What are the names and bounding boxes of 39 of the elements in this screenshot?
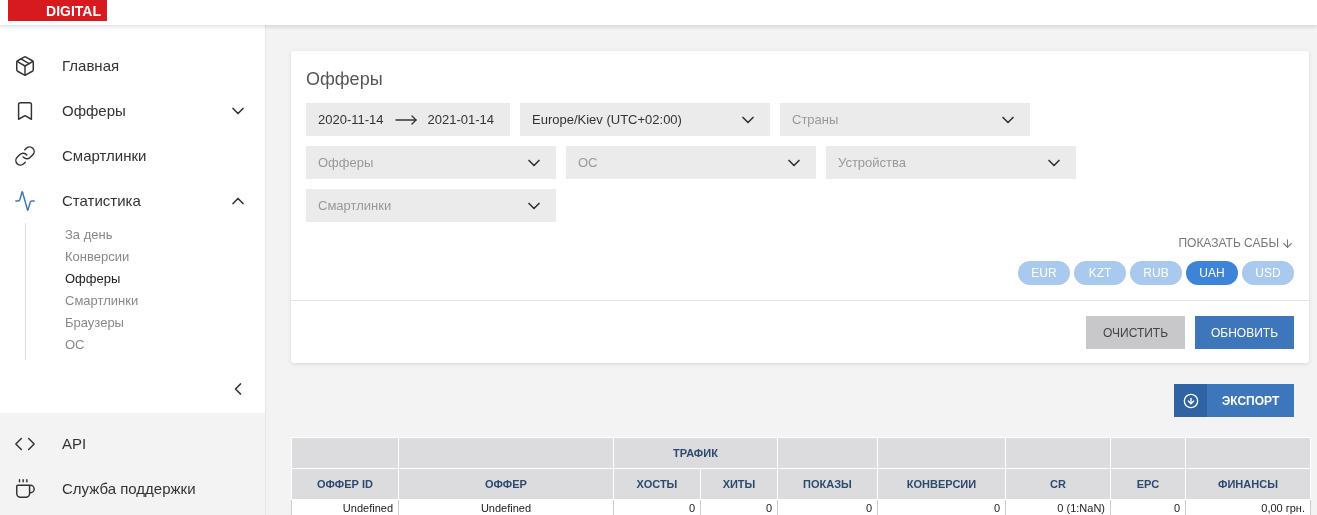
column-header: ФИНАНСЫ bbox=[1185, 468, 1311, 500]
column-header: CR bbox=[1005, 468, 1111, 500]
column-header: ПОКАЗЫ bbox=[777, 468, 878, 500]
card-title: Офферы bbox=[306, 69, 384, 90]
column-group-header: ТРАФИК bbox=[613, 437, 778, 469]
submenu-item[interactable]: Смартлинки bbox=[65, 290, 265, 312]
arrow-down-icon bbox=[1281, 236, 1294, 250]
select-field[interactable]: Офферы bbox=[306, 146, 556, 179]
submenu-item[interactable]: Браузеры bbox=[65, 312, 265, 334]
column-header: ХИТЫ bbox=[700, 468, 778, 500]
cup-icon bbox=[14, 477, 36, 500]
column-header: ОФФЕР ID bbox=[291, 468, 399, 500]
submenu-item[interactable]: ОС bbox=[65, 334, 265, 356]
select-field[interactable]: Europe/Kiev (UTC+02:00) bbox=[520, 103, 770, 136]
update-button[interactable]: ОБНОВИТЬ bbox=[1195, 316, 1294, 349]
column-header: ОФФЕР bbox=[398, 468, 614, 500]
column-header: ХОСТЫ bbox=[613, 468, 701, 500]
column-header: EPC bbox=[1110, 468, 1186, 500]
logo: DIGITAL bbox=[8, 0, 107, 21]
submenu-item[interactable]: Конверсии bbox=[65, 246, 265, 268]
sidebar-item[interactable]: Смартлинки bbox=[0, 133, 265, 178]
currency-chip[interactable]: UAH bbox=[1186, 261, 1238, 285]
select-field[interactable]: Страны bbox=[780, 103, 1030, 136]
column-header: КОНВЕРСИИ bbox=[877, 468, 1006, 500]
clear-button[interactable]: ОЧИСТИТЬ bbox=[1086, 316, 1185, 349]
submenu-item[interactable]: Офферы bbox=[65, 268, 265, 290]
select-field[interactable]: ОС bbox=[566, 146, 816, 179]
sidebar-item[interactable]: Статистика bbox=[0, 178, 265, 223]
date-range-field[interactable]: 2020-11-14 2021-01-14 bbox=[306, 103, 510, 136]
export-button[interactable]: ЭКСПОРТ bbox=[1174, 384, 1294, 417]
sidebar-item[interactable]: Офферы bbox=[0, 88, 265, 133]
select-field[interactable]: Устройства bbox=[826, 146, 1076, 179]
submenu-item[interactable]: За день bbox=[65, 224, 265, 246]
select-field[interactable]: Смартлинки bbox=[306, 189, 556, 222]
show-subs-link[interactable]: ПОКАЗАТЬ САБЫ bbox=[1178, 236, 1294, 250]
sidebar-item[interactable]: API bbox=[0, 421, 265, 466]
sidebar-item[interactable]: Главная bbox=[0, 43, 265, 88]
sidebar-item[interactable]: Служба поддержки bbox=[0, 466, 265, 511]
download-icon bbox=[1182, 392, 1199, 409]
